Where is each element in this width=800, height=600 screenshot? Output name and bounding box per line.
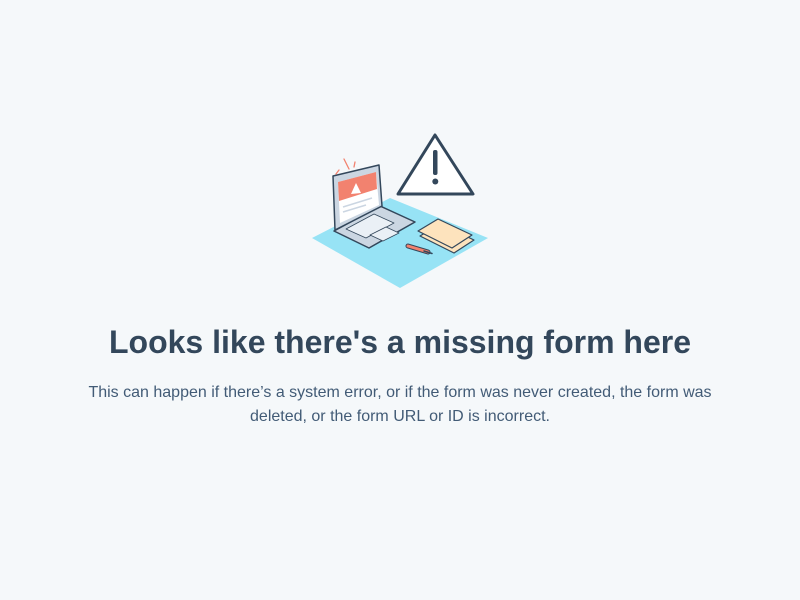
laptop-warning-illustration (312, 133, 488, 288)
error-description: This can happen if there’s a system erro… (88, 384, 712, 425)
page-title: Looks like there's a missing form here (108, 324, 692, 360)
warning-triangle-icon (396, 133, 475, 196)
error-page: Looks like there's a missing form here T… (0, 0, 800, 600)
